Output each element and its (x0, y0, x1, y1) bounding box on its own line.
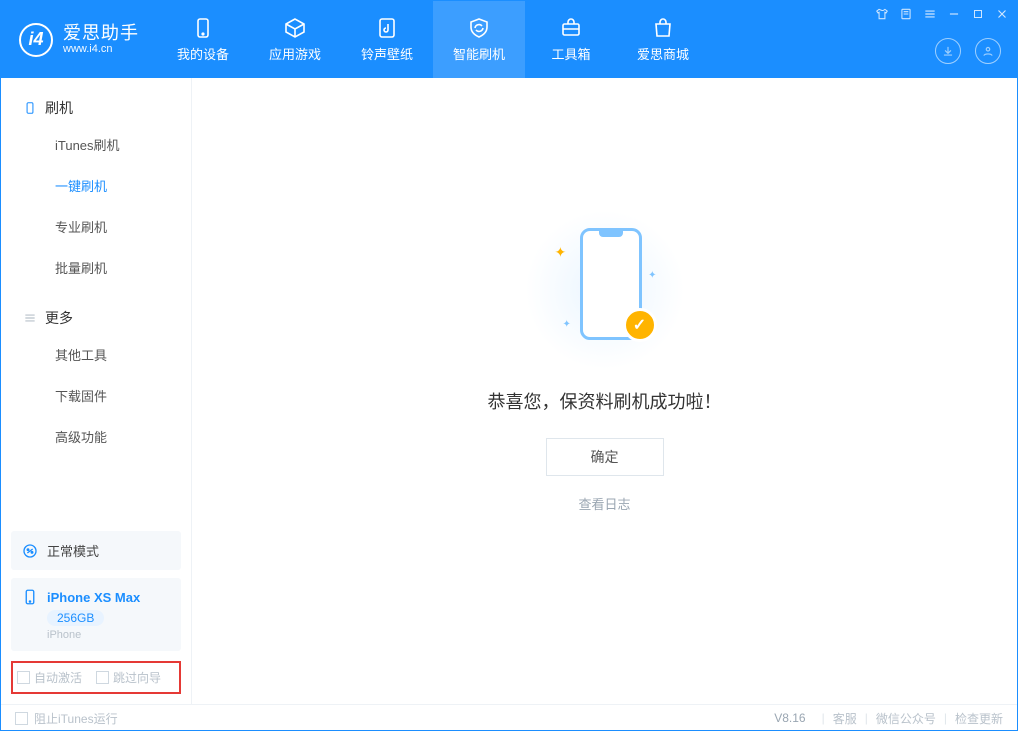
version-label: V8.16 (774, 711, 805, 725)
checkbox-auto-activate[interactable]: 自动激活 (17, 669, 82, 686)
device-name: iPhone XS Max (47, 590, 140, 605)
nav-ringtones[interactable]: 铃声壁纸 (341, 1, 433, 78)
sparkle-icon: ✦ (555, 244, 567, 261)
app-body: 刷机 iTunes刷机 一键刷机 专业刷机 批量刷机 更多 其他工具 下载固件 … (1, 78, 1017, 704)
phone-small-icon (21, 588, 39, 606)
device-capacity-badge: 256GB (47, 610, 104, 626)
bag-icon (651, 16, 675, 40)
footer-link-wechat[interactable]: 微信公众号 (876, 710, 936, 727)
nav-flash[interactable]: 智能刷机 (433, 1, 525, 78)
close-button[interactable] (993, 5, 1011, 23)
brand-text: 爱思助手 www.i4.cn (63, 24, 139, 56)
checkbox-icon (96, 671, 109, 684)
user-icon[interactable] (975, 38, 1001, 64)
note-icon[interactable] (897, 5, 915, 23)
window-controls (873, 5, 1011, 23)
sidebar-item-other-tools[interactable]: 其他工具 (1, 334, 191, 375)
footer-link-update[interactable]: 检查更新 (955, 710, 1003, 727)
nav-label: 爱思商城 (637, 44, 689, 63)
ok-button[interactable]: 确定 (546, 438, 664, 476)
nav-label: 我的设备 (177, 44, 229, 63)
sparkle-icon: ✦ (563, 319, 571, 330)
device-row: iPhone XS Max (21, 588, 171, 606)
sidebar-item-itunes-flash[interactable]: iTunes刷机 (1, 124, 191, 165)
footer-link-kefu[interactable]: 客服 (833, 710, 857, 727)
success-illustration: ✦ ✦ ✦ ✓ (525, 210, 685, 370)
sidebar-device-card[interactable]: iPhone XS Max 256GB iPhone (11, 578, 181, 651)
logo-area: i4 爱思助手 www.i4.cn (1, 1, 157, 78)
refresh-shield-icon (467, 16, 491, 40)
nav-label: 工具箱 (551, 44, 590, 63)
main-nav: 我的设备 应用游戏 铃声壁纸 智能刷机 工具箱 爱思商城 (157, 1, 709, 78)
sidebar-title: 刷机 (45, 98, 73, 118)
checkbox-icon (17, 671, 30, 684)
sidebar-options-highlight: 自动激活 跳过向导 (11, 661, 181, 694)
sparkle-icon: ✦ (648, 270, 656, 281)
maximize-button[interactable] (969, 5, 987, 23)
sidebar-item-oneclick-flash[interactable]: 一键刷机 (1, 165, 191, 206)
sidebar-head-more[interactable]: 更多 (1, 302, 191, 334)
sidebar-section-more: 更多 其他工具 下载固件 高级功能 (1, 288, 191, 457)
logo-icon: i4 (19, 23, 53, 57)
brand-url: www.i4.cn (63, 43, 139, 55)
sidebar-item-download-firmware[interactable]: 下载固件 (1, 375, 191, 416)
nav-store[interactable]: 爱思商城 (617, 1, 709, 78)
tshirt-icon[interactable] (873, 5, 891, 23)
sidebar-title: 更多 (45, 308, 73, 328)
nav-apps[interactable]: 应用游戏 (249, 1, 341, 78)
sidebar-head-flash[interactable]: 刷机 (1, 92, 191, 124)
minimize-button[interactable] (945, 5, 963, 23)
header-right-icons (935, 38, 1001, 64)
cube-icon (283, 16, 307, 40)
nav-label: 智能刷机 (453, 44, 505, 63)
nav-my-device[interactable]: 我的设备 (157, 1, 249, 78)
download-icon[interactable] (935, 38, 961, 64)
footer: 阻止iTunes运行 V8.16 | 客服 | 微信公众号 | 检查更新 (1, 704, 1017, 731)
checkbox-label: 自动激活 (34, 669, 82, 686)
sidebar-item-advanced[interactable]: 高级功能 (1, 416, 191, 457)
success-panel: ✦ ✦ ✦ ✓ 恭喜您，保资料刷机成功啦！ 确定 查看日志 (488, 210, 722, 513)
brand-name: 爱思助手 (63, 24, 139, 44)
checkbox-label: 跳过向导 (113, 669, 161, 686)
sidebar-item-pro-flash[interactable]: 专业刷机 (1, 206, 191, 247)
checkbox-skip-guide[interactable]: 跳过向导 (96, 669, 161, 686)
success-title: 恭喜您，保资料刷机成功啦！ (488, 388, 722, 414)
nav-toolbox[interactable]: 工具箱 (525, 1, 617, 78)
sidebar-item-batch-flash[interactable]: 批量刷机 (1, 247, 191, 288)
view-log-link[interactable]: 查看日志 (488, 494, 722, 513)
list-icon (23, 311, 37, 325)
status-label: 正常模式 (47, 541, 99, 560)
device-type: iPhone (47, 629, 171, 641)
menu-icon[interactable] (921, 5, 939, 23)
nav-label: 应用游戏 (269, 44, 321, 63)
checkbox-block-itunes[interactable]: 阻止iTunes运行 (15, 710, 118, 727)
checkbox-icon (15, 712, 28, 725)
sidebar-section-flash: 刷机 iTunes刷机 一键刷机 专业刷机 批量刷机 (1, 78, 191, 288)
checkbox-label: 阻止iTunes运行 (34, 710, 118, 727)
sidebar-status-card[interactable]: 正常模式 (11, 531, 181, 570)
app-header: i4 爱思助手 www.i4.cn 我的设备 应用游戏 铃声壁纸 智能刷机 工具… (1, 1, 1017, 78)
footer-right: V8.16 | 客服 | 微信公众号 | 检查更新 (774, 710, 1003, 727)
sidebar: 刷机 iTunes刷机 一键刷机 专业刷机 批量刷机 更多 其他工具 下载固件 … (1, 78, 192, 704)
status-icon (21, 542, 39, 560)
music-doc-icon (375, 16, 399, 40)
device-icon (23, 101, 37, 115)
phone-icon (191, 16, 215, 40)
toolbox-icon (559, 16, 583, 40)
main-content: ✦ ✦ ✦ ✓ 恭喜您，保资料刷机成功啦！ 确定 查看日志 (192, 78, 1017, 704)
nav-label: 铃声壁纸 (361, 44, 413, 63)
check-badge-icon: ✓ (623, 308, 657, 342)
